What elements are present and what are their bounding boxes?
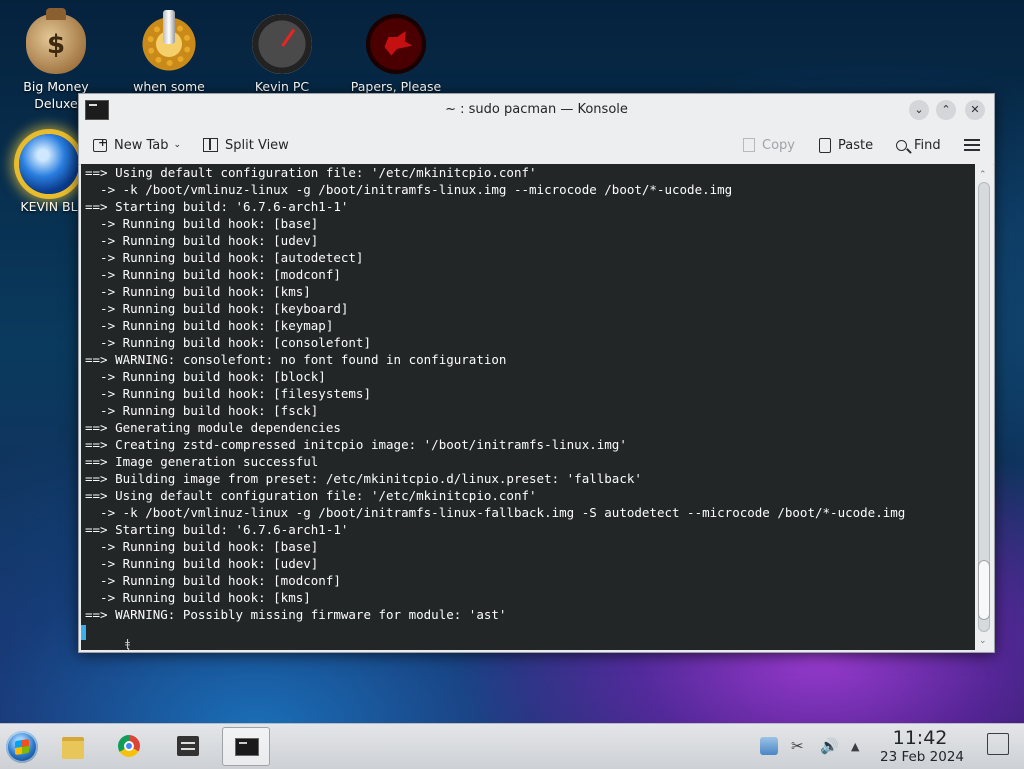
terminal-line: -> Running build hook: [kms] (85, 590, 311, 605)
terminal-output[interactable]: ==> Using default configuration file: '/… (81, 164, 975, 650)
settings-icon (177, 736, 199, 756)
scissors-icon[interactable]: ✂ (791, 737, 804, 755)
terminal-line: ==> Creating zstd-compressed initcpio im… (85, 437, 627, 452)
clipboard-tray-icon[interactable] (760, 737, 778, 755)
paste-icon (819, 137, 831, 153)
scrollbar-thumb[interactable] (978, 560, 990, 620)
chrome-icon (118, 735, 140, 757)
minimize-button[interactable]: ⌄ (909, 100, 929, 120)
taskbar-konsole[interactable] (222, 727, 270, 766)
konsole-window: ~ : sudo pacman — Konsole ⌄ ⌃ ✕ New Tab … (78, 93, 995, 653)
terminal-lines: ==> Using default configuration file: '/… (85, 164, 905, 623)
terminal-line: ==> Generating module dependencies (85, 420, 341, 435)
gauge-icon (252, 14, 312, 74)
desktop-icon-kevin-pc[interactable]: Kevin PC (227, 6, 337, 95)
new-tab-icon (93, 136, 107, 152)
terminal-line: -> Running build hook: [modconf] (85, 267, 341, 282)
globe-icon (19, 134, 79, 194)
show-desktop-button[interactable] (987, 733, 1009, 755)
terminal-line: ==> WARNING: consolefont: no font found … (85, 352, 507, 367)
terminal-line: -> Running build hook: [base] (85, 539, 319, 554)
terminal-line: -> -k /boot/vmlinuz-linux -g /boot/initr… (85, 182, 733, 197)
maximize-button[interactable]: ⌃ (936, 100, 956, 120)
terminal-line: -> Running build hook: [fsck] (85, 403, 319, 418)
paste-label: Paste (838, 137, 874, 153)
window-title: ~ : sudo pacman — Konsole (445, 102, 628, 117)
terminal-line: ==> Starting build: '6.7.6-arch1-1' (85, 199, 349, 214)
papers-please-icon (366, 14, 426, 74)
split-view-icon (203, 138, 218, 152)
gear-icon (139, 10, 199, 74)
terminal-line: ==> Image generation successful (85, 454, 319, 469)
terminal-line: ==> Using default configuration file: '/… (85, 488, 537, 503)
taskbar-system-settings[interactable] (164, 727, 212, 766)
terminal-line: -> Running build hook: [filesystems] (85, 386, 371, 401)
desktop-icon-papers-please[interactable]: Papers, Please (341, 6, 451, 95)
split-view-label: Split View (225, 137, 289, 153)
close-button[interactable]: ✕ (965, 100, 985, 120)
konsole-icon (235, 738, 259, 756)
terminal-line: -> Running build hook: [keyboard] (85, 301, 349, 316)
taskbar-chrome[interactable] (105, 727, 153, 766)
terminal-line: -> Running build hook: [modconf] (85, 573, 341, 588)
terminal-line: -> Running build hook: [udev] (85, 233, 319, 248)
find-button[interactable]: Find (896, 135, 941, 155)
terminal-line: -> Running build hook: [udev] (85, 556, 319, 571)
new-tab-button[interactable]: New Tab ⌄ (93, 135, 181, 155)
chevron-down-icon[interactable]: ⌄ (174, 140, 182, 150)
tray-expand-icon[interactable]: ▲ (851, 740, 859, 753)
terminal-line: -> -k /boot/vmlinuz-linux -g /boot/initr… (85, 505, 906, 520)
folder-icon (62, 737, 84, 759)
terminal-line: -> Running build hook: [base] (85, 216, 319, 231)
terminal-scrollbar[interactable]: ⌃ ⌄ (975, 164, 993, 650)
paste-button[interactable]: Paste (819, 135, 873, 155)
clock-date[interactable]: 23 Feb 2024 (870, 749, 974, 765)
terminal-cursor (81, 625, 86, 640)
taskbar-file-manager[interactable] (48, 727, 96, 766)
terminal-line: ==> Using default configuration file: '/… (85, 165, 537, 180)
terminal-line: ==> WARNING: Possibly missing firmware f… (85, 607, 507, 622)
terminal-line: -> Running build hook: [consolefont] (85, 335, 371, 350)
scroll-up-arrow-icon[interactable]: ⌃ (979, 170, 987, 180)
new-tab-label: New Tab (114, 137, 169, 153)
copy-label: Copy (762, 137, 795, 153)
ibeam-cursor-icon: ǂɸ (125, 637, 132, 650)
terminal-line: -> Running build hook: [autodetect] (85, 250, 364, 265)
search-icon (896, 139, 907, 151)
hamburger-menu-icon (964, 139, 980, 151)
terminal-line: -> Running build hook: [block] (85, 369, 326, 384)
copy-icon (743, 138, 755, 152)
find-label: Find (914, 137, 941, 153)
hamburger-menu-button[interactable] (964, 135, 980, 155)
terminal-line: ==> Starting build: '6.7.6-arch1-1' (85, 522, 349, 537)
terminal-line: -> Running build hook: [kms] (85, 284, 311, 299)
volume-icon[interactable]: 🔊 (820, 737, 839, 755)
desktop-icon-when-some[interactable]: when some (114, 6, 224, 95)
scroll-down-arrow-icon[interactable]: ⌄ (979, 636, 987, 646)
start-menu-button[interactable] (6, 731, 38, 763)
copy-button[interactable]: Copy (743, 135, 795, 155)
clock-time[interactable]: 11:42 (870, 727, 970, 749)
toolbar: New Tab ⌄ Split View Copy Paste Find (79, 126, 994, 165)
terminal-line: ==> Building image from preset: /etc/mki… (85, 471, 642, 486)
title-bar[interactable]: ~ : sudo pacman — Konsole ⌄ ⌃ ✕ (79, 94, 994, 126)
money-bag-icon: $ (26, 8, 86, 74)
terminal-line: -> Running build hook: [keymap] (85, 318, 334, 333)
split-view-button[interactable]: Split View (203, 135, 289, 155)
